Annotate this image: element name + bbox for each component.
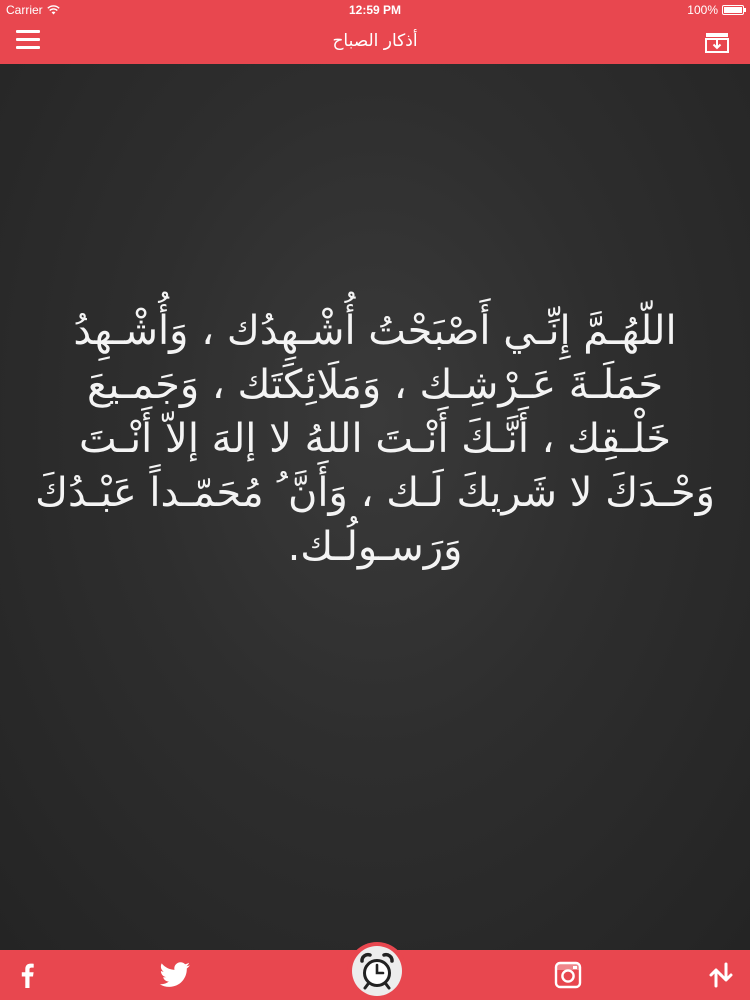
status-time: 12:59 PM [348, 3, 402, 17]
status-bar: Carrier 12:59 PM 100% [0, 0, 750, 20]
twitter-icon[interactable] [158, 960, 192, 990]
battery-group: 100% [687, 3, 746, 17]
battery-fill [724, 7, 742, 13]
download-tray-icon[interactable] [704, 30, 730, 54]
dhikr-text: اللّهُـمَّ إِنِّـي أَصْبَحْتُ أُشْـهِدُك… [35, 308, 715, 570]
app-screen: Carrier 12:59 PM 100% أذكار الصباح اللّه… [0, 0, 750, 1000]
facebook-icon[interactable] [12, 960, 42, 990]
alarm-button[interactable] [347, 942, 407, 1000]
instagram-icon[interactable] [553, 960, 583, 990]
chalkboard: اللّهُـمَّ إِنِّـي أَصْبَحْتُ أُشْـهِدُك… [0, 64, 750, 950]
page-title: أذكار الصباح [332, 31, 418, 51]
nav-bar: أذكار الصباح [0, 20, 750, 64]
battery-icon [722, 5, 746, 15]
battery-percent: 100% [687, 3, 718, 17]
alarm-clock-icon [352, 946, 402, 996]
swap-arrows-icon[interactable] [706, 960, 736, 990]
